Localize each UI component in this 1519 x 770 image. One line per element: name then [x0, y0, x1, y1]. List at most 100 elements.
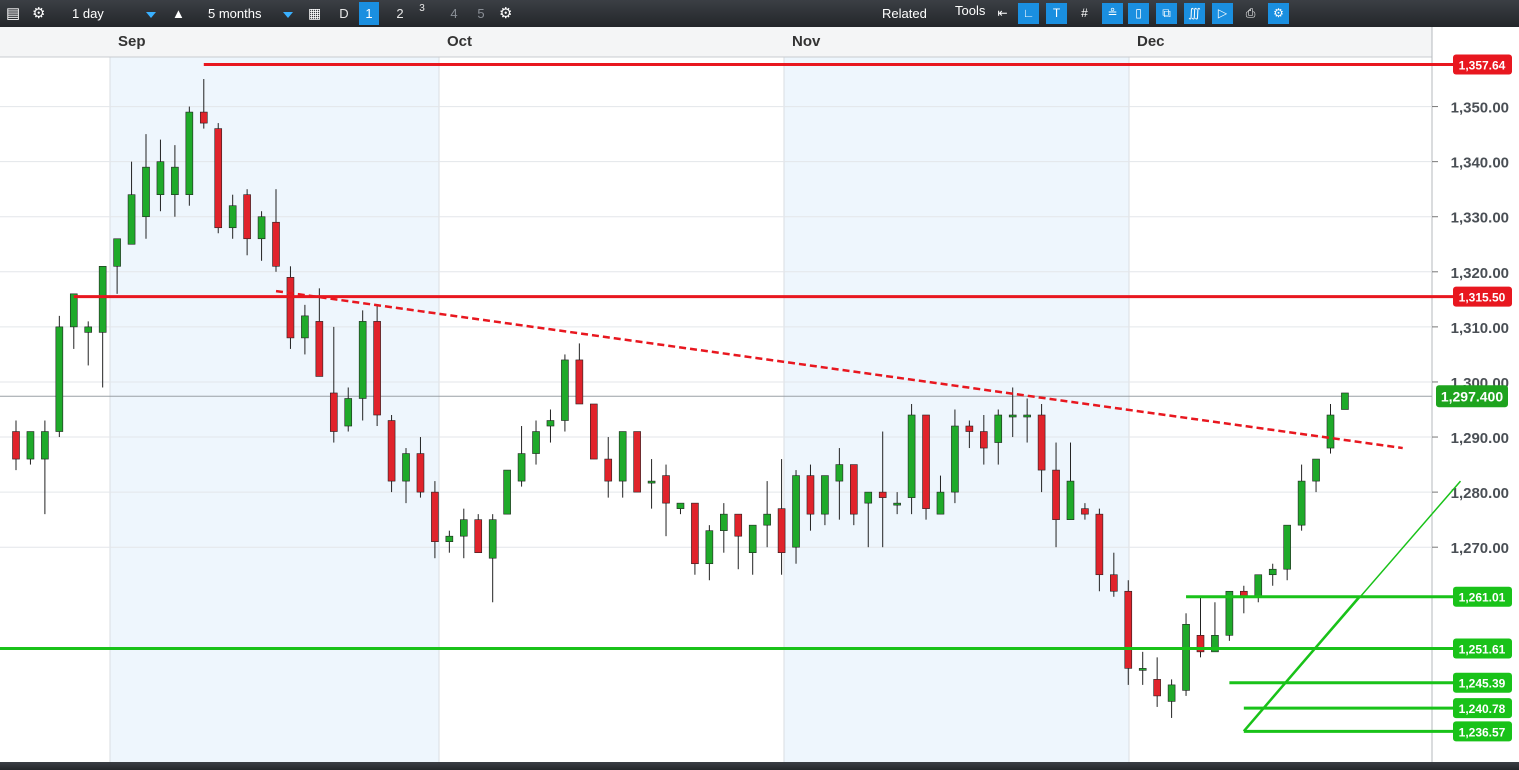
calendar-icon[interactable]: ▦ [308, 0, 321, 27]
layout-1-button[interactable]: 1 [359, 2, 379, 25]
candle-body [1095, 513, 1104, 576]
candle-body [1153, 679, 1161, 697]
settings-gear-icon[interactable]: ⚙ [32, 0, 45, 27]
candle-body [315, 321, 324, 377]
candle-body [142, 166, 150, 218]
candle-body [387, 420, 396, 482]
candle-body [1037, 414, 1046, 471]
text-tool-icon[interactable]: T [1046, 3, 1067, 24]
draw-tool-icon[interactable]: ≗ [1102, 3, 1123, 24]
candle-body [1066, 480, 1075, 520]
candle-down [575, 343, 584, 405]
candle-up [1297, 464, 1306, 531]
chart-settings-icon[interactable]: ⚙ [1268, 3, 1289, 24]
candle-body [647, 480, 656, 484]
candle-body [792, 475, 800, 548]
candle-body [171, 166, 179, 195]
layout-5-button[interactable]: 5 [471, 2, 491, 25]
candle-body [1023, 414, 1031, 418]
candle-body [864, 491, 873, 504]
candle-body [994, 414, 1003, 443]
candle-body [1341, 392, 1349, 410]
related-button[interactable]: Related [882, 0, 927, 27]
y-tick-label: 1,290.00 [1451, 430, 1509, 447]
candle-up [532, 420, 540, 465]
candle-body [618, 431, 627, 482]
candle-down [1240, 585, 1248, 614]
candle-up [1182, 613, 1190, 696]
x-tick-label: Dec [1137, 33, 1165, 50]
candle-down [604, 437, 613, 498]
grid-icon[interactable]: # [1074, 3, 1095, 24]
period-button[interactable]: D [334, 2, 354, 25]
layout-2-button[interactable]: 2 [390, 2, 410, 25]
candle-up [561, 354, 569, 432]
curve-tool-icon[interactable]: ∟ [1018, 3, 1039, 24]
candle-up [517, 426, 526, 487]
candle-body [55, 326, 64, 432]
candle-up [1312, 458, 1320, 493]
candle-body [113, 238, 121, 267]
candle-up [907, 403, 916, 515]
candle-body [893, 502, 901, 506]
candle-up [26, 431, 35, 465]
candle-body [907, 414, 916, 498]
layout-3-button[interactable]: 3 [412, 2, 432, 25]
range-select[interactable]: 5 months [208, 0, 261, 27]
menu-icon[interactable]: ▤ [6, 0, 20, 27]
candle-down [12, 420, 20, 471]
interval-chevron-down-icon[interactable] [146, 0, 156, 27]
indicators-icon[interactable]: ∭ [1184, 3, 1205, 24]
candle-body [127, 194, 136, 245]
candle-body [691, 502, 699, 565]
candle-body [1124, 590, 1133, 669]
candle-body [922, 414, 930, 509]
windows-icon[interactable]: ⧉ [1156, 3, 1177, 24]
layout-settings-gear-icon[interactable]: ⚙ [499, 0, 512, 27]
candle-up [1225, 590, 1234, 641]
candle-body [373, 321, 381, 416]
candle-body [431, 491, 439, 542]
level-price-label: 1,245.39 [1459, 677, 1506, 691]
candle-body [286, 277, 295, 339]
candle-type-icon[interactable]: ▯ [1128, 3, 1149, 24]
candle-up [69, 293, 78, 349]
print-icon[interactable]: ⎙ [1240, 3, 1261, 24]
candle-body [748, 524, 757, 554]
candle-body [1052, 469, 1060, 520]
candle-body [517, 453, 526, 482]
interval-select[interactable]: 1 day [72, 0, 104, 27]
candle-down [691, 502, 699, 575]
candle-body [344, 398, 353, 427]
candle-body [806, 475, 815, 515]
back-arrow-icon[interactable]: ⇤ [992, 3, 1013, 24]
candle-body [474, 519, 483, 554]
candle-up [55, 315, 64, 438]
candle-down [214, 123, 223, 234]
candle-body [633, 431, 641, 493]
candle-body [936, 491, 945, 515]
candle-body [1081, 508, 1089, 515]
lock-icon[interactable]: ▲ [172, 0, 185, 27]
bottom-scroll-bar[interactable] [0, 762, 1519, 770]
candle-body [185, 111, 194, 195]
tag-icon[interactable]: ▷ [1212, 3, 1233, 24]
candle-up [445, 530, 454, 553]
price-chart[interactable]: Sep Oct Nov Dec 1,350.00 1,340.00 1,330.00 1,32… [0, 27, 1519, 762]
candle-body [228, 205, 237, 229]
candle-up [1138, 651, 1147, 685]
level-price-label: 1,236.57 [1459, 725, 1506, 739]
candle-body [301, 315, 309, 339]
candle-body [546, 420, 555, 427]
y-tick-label: 1,310.00 [1451, 320, 1509, 337]
layout-4-button[interactable]: 4 [444, 2, 464, 25]
candle-body [965, 425, 974, 432]
candle-body [84, 326, 93, 333]
candle-body [445, 535, 454, 542]
candle-body [503, 469, 511, 515]
candle-body [26, 431, 35, 460]
candle-up [546, 409, 555, 443]
range-chevron-down-icon[interactable] [283, 0, 293, 27]
candle-body [1138, 668, 1147, 671]
x-tick-label: Oct [447, 33, 472, 50]
